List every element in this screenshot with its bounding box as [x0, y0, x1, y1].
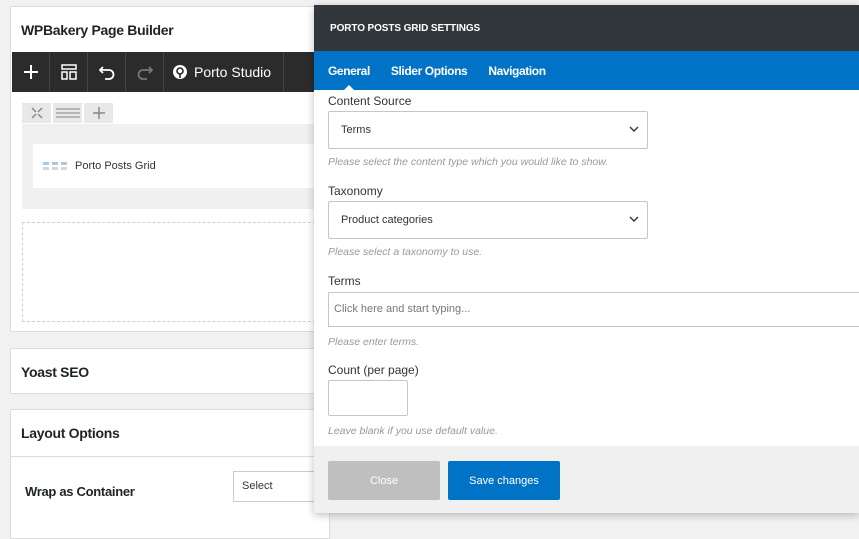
- row-layout-button[interactable]: [53, 103, 82, 123]
- save-changes-button[interactable]: Save changes: [448, 461, 560, 500]
- row-controls: [22, 103, 113, 123]
- count-help: Leave blank if you use default value.: [328, 425, 498, 437]
- plus-icon: [92, 107, 105, 119]
- wpbakery-title: WPBakery Page Builder: [21, 22, 174, 38]
- taxonomy-value: Product categories: [341, 214, 433, 226]
- wpbakery-panel: WPBakery Page Builder Porto Studio Porto…: [10, 6, 331, 332]
- row-add-button[interactable]: [84, 103, 113, 123]
- row-content: Porto Posts Grid: [22, 124, 331, 209]
- empty-drop-area[interactable]: [22, 222, 331, 322]
- taxonomy-select[interactable]: Product categories: [328, 201, 648, 239]
- taxonomy-help: Please select a taxonomy to use.: [328, 246, 483, 258]
- chevron-down-icon: [629, 126, 639, 132]
- porto-studio-label: Porto Studio: [194, 64, 272, 80]
- wrap-container-label: Wrap as Container: [25, 484, 135, 499]
- undo-icon: [98, 66, 114, 80]
- menu-lines-icon: [55, 108, 80, 118]
- close-button[interactable]: Close: [328, 461, 440, 500]
- plus-icon: [23, 65, 38, 79]
- move-icon: [30, 107, 43, 119]
- settings-modal: PORTO POSTS GRID SETTINGS General Slider…: [314, 5, 859, 513]
- yoast-seo-panel[interactable]: Yoast SEO: [10, 348, 330, 394]
- porto-posts-grid-element[interactable]: Porto Posts Grid: [33, 144, 331, 188]
- content-source-value: Terms: [341, 124, 371, 136]
- divider: [11, 456, 329, 457]
- wrap-container-select[interactable]: Select: [233, 471, 323, 502]
- modal-tabs: General Slider Options Navigation: [314, 51, 859, 90]
- count-input[interactable]: [328, 380, 408, 416]
- undo-button[interactable]: [88, 52, 126, 92]
- yoast-title: Yoast SEO: [21, 364, 89, 380]
- content-source-label: Content Source: [328, 94, 412, 108]
- terms-label: Terms: [328, 274, 361, 288]
- wpbakery-toolbar: Porto Studio: [12, 52, 330, 92]
- templates-button[interactable]: [50, 52, 88, 92]
- terms-input[interactable]: Click here and start typing...: [328, 292, 859, 327]
- modal-footer: Close Save changes: [314, 446, 859, 513]
- posts-grid-icon: [43, 162, 67, 170]
- layout-icon: [60, 64, 77, 80]
- chevron-down-icon: [629, 216, 639, 222]
- porto-studio-icon: [173, 65, 187, 79]
- add-element-button[interactable]: [12, 52, 50, 92]
- tab-general[interactable]: General: [328, 51, 370, 90]
- redo-button[interactable]: [126, 52, 164, 92]
- content-source-select[interactable]: Terms: [328, 111, 648, 149]
- modal-title: PORTO POSTS GRID SETTINGS: [330, 22, 481, 34]
- layout-options-panel: Layout Options Wrap as Container Select: [10, 409, 330, 539]
- count-label: Count (per page): [328, 363, 419, 377]
- tab-slider-options[interactable]: Slider Options: [391, 51, 468, 90]
- modal-header: PORTO POSTS GRID SETTINGS: [314, 5, 859, 51]
- tab-navigation[interactable]: Navigation: [488, 51, 546, 90]
- porto-studio-button[interactable]: Porto Studio: [164, 52, 285, 92]
- content-source-help: Please select the content type which you…: [328, 156, 609, 168]
- taxonomy-label: Taxonomy: [328, 184, 383, 198]
- terms-help: Please enter terms.: [328, 336, 420, 348]
- row-drag-button[interactable]: [22, 103, 51, 123]
- layout-options-title: Layout Options: [21, 425, 120, 441]
- redo-icon: [137, 66, 153, 80]
- element-label: Porto Posts Grid: [75, 160, 156, 172]
